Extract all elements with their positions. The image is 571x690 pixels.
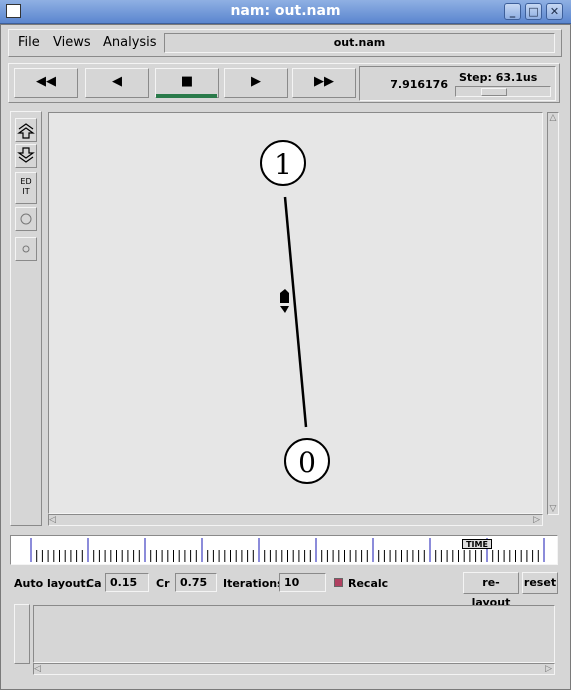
iterations-label: Iterations [223,577,284,590]
close-button[interactable]: ✕ [546,3,563,20]
edit-label: ED IT [20,177,32,196]
step-back-icon: ◀ [112,74,122,89]
window-titlebar[interactable]: nam: out.nam _ □ ✕ [0,0,571,24]
menu-file[interactable]: File [18,35,40,50]
reset-button[interactable]: reset [522,572,558,594]
rewind-button[interactable]: ◀◀ [14,68,78,98]
small-node-tool[interactable] [15,237,37,261]
canvas-vertical-scrollbar[interactable]: △ ▽ [547,112,559,515]
play-icon: ▶ [251,74,261,89]
minimize-button[interactable]: _ [504,3,521,20]
rewind-icon: ◀◀ [36,74,56,89]
zoom-out-icon [17,147,35,163]
scroll-down-icon[interactable]: ▽ [548,504,558,514]
cr-label: Cr [156,577,170,590]
annotation-pane[interactable] [33,605,555,663]
node-1-label: 1 [274,148,292,181]
current-time: 7.916176 [390,78,448,91]
menu-analysis[interactable]: Analysis [103,35,157,50]
step-back-button[interactable]: ◀ [85,68,149,98]
log-pane-handle[interactable] [14,604,30,664]
maximize-icon: □ [528,5,539,18]
packet-icon[interactable] [280,289,289,313]
annotation-scroll-right-icon[interactable]: ▷ [545,664,552,674]
timeline-slider[interactable]: TIME [10,535,558,565]
edit-tool[interactable]: ED IT [15,172,37,204]
minimize-icon: _ [509,5,516,18]
scroll-left-icon[interactable]: ◁ [49,515,56,525]
menu-views[interactable]: Views [53,35,91,50]
play-state-indicator [156,94,217,98]
zoom-in-icon [17,123,35,139]
step-slider-thumb[interactable] [481,88,507,96]
fast-forward-button[interactable]: ▶▶ [292,68,356,98]
scroll-up-icon[interactable]: △ [548,113,558,123]
node-0-label: 0 [298,446,316,479]
iterations-input[interactable]: 10 [279,573,326,592]
circle-small-icon [22,245,30,253]
scroll-right-icon[interactable]: ▷ [533,515,540,525]
cr-input[interactable]: 0.75 [175,573,217,592]
ca-input[interactable]: 0.15 [105,573,149,592]
zoom-out-tool[interactable] [15,144,37,168]
step-label: Step: 63.1us [459,71,538,84]
relayout-button[interactable]: re-layout [463,572,519,609]
stop-icon: ■ [180,74,194,89]
recalc-label: Recalc [348,577,389,590]
node-1[interactable]: 1 [260,140,306,186]
window-title: nam: out.nam [230,3,341,19]
recalc-checkbox[interactable] [334,578,343,587]
annotation-horizontal-scrollbar[interactable]: ◁ ▷ [33,663,555,675]
node-0[interactable]: 0 [284,438,330,484]
canvas-horizontal-scrollbar[interactable]: ◁ ▷ [48,514,543,526]
ca-label: Ca [86,577,102,590]
time-marker[interactable]: TIME [462,539,492,549]
auto-layout-label: Auto layout: [14,577,91,590]
maximize-button[interactable]: □ [525,3,542,20]
close-icon: ✕ [549,5,560,18]
large-node-tool[interactable] [15,207,37,231]
circle-large-icon [20,213,32,225]
network-canvas[interactable]: 1 0 [48,112,543,514]
link-0-1[interactable] [283,196,308,428]
play-button[interactable]: ▶ [224,68,288,98]
filename-field: out.nam [164,33,555,53]
zoom-in-tool[interactable] [15,118,37,142]
annotation-scroll-left-icon[interactable]: ◁ [34,664,41,674]
fast-forward-icon: ▶▶ [314,74,334,89]
step-slider[interactable] [455,86,551,97]
